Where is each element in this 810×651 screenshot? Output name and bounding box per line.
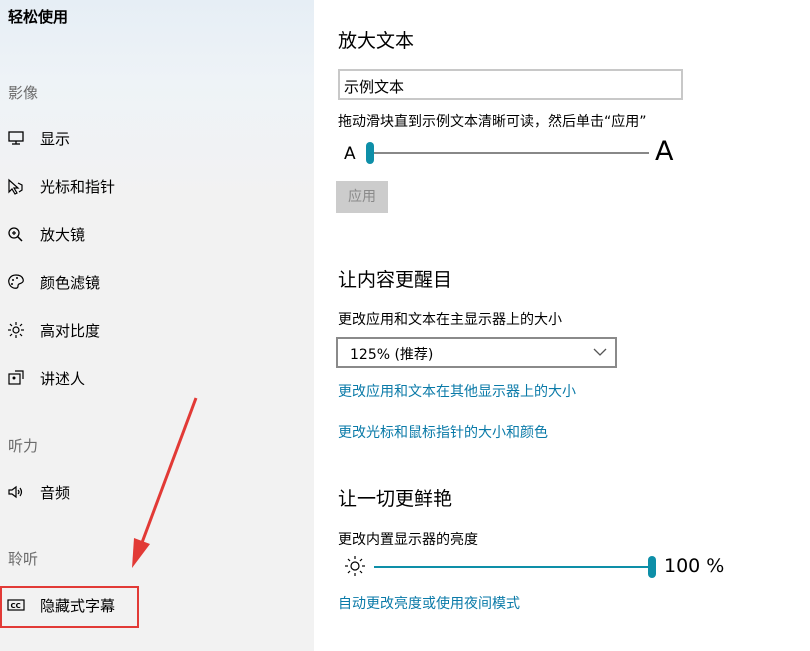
small-a-label: A bbox=[344, 144, 356, 164]
brightness-slider-fill bbox=[374, 566, 648, 568]
brightness-slider-thumb[interactable] bbox=[648, 556, 656, 578]
heading-text-size: 放大文本 bbox=[338, 30, 415, 52]
scale-value: 125% (推荐) bbox=[350, 347, 434, 363]
text-size-slider-track bbox=[366, 152, 649, 154]
link-other-displays[interactable]: 更改应用和文本在其他显示器上的大小 bbox=[338, 381, 576, 401]
main-content: 放大文本 示例文本 拖动滑块直到示例文本清晰可读，然后单击“应用” A A 应用… bbox=[314, 0, 810, 651]
large-a-label: A bbox=[655, 136, 674, 167]
heading-make-bigger: 让内容更醒目 bbox=[338, 269, 453, 291]
annotation-arrow bbox=[132, 397, 198, 568]
sun-icon bbox=[345, 556, 365, 576]
apply-button[interactable]: 应用 bbox=[336, 181, 388, 213]
link-cursor-size[interactable]: 更改光标和鼠标指针的大小和颜色 bbox=[338, 422, 548, 442]
chevron-down-icon bbox=[593, 348, 607, 356]
link-night-light[interactable]: 自动更改亮度或使用夜间模式 bbox=[338, 593, 520, 613]
brightness-label: 更改内置显示器的亮度 bbox=[338, 532, 478, 548]
text-size-slider-thumb[interactable] bbox=[366, 142, 374, 164]
sample-text: 示例文本 bbox=[344, 78, 405, 96]
brightness-slider[interactable] bbox=[374, 554, 660, 580]
text-size-instruction: 拖动滑块直到示例文本清晰可读，然后单击“应用” bbox=[338, 114, 647, 130]
sample-text-box: 示例文本 bbox=[338, 69, 683, 100]
brightness-value: 100 % bbox=[664, 555, 725, 577]
text-size-slider[interactable] bbox=[366, 140, 651, 166]
scale-label: 更改应用和文本在主显示器上的大小 bbox=[338, 312, 562, 328]
heading-make-brighter: 让一切更鲜艳 bbox=[338, 488, 453, 510]
scale-dropdown[interactable]: 125% (推荐) bbox=[336, 337, 617, 368]
